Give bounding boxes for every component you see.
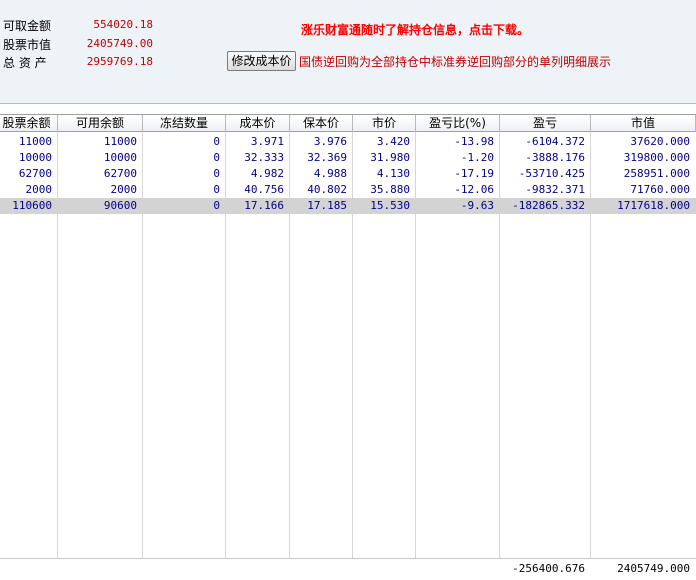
cell-breakeven-price: 3.976 bbox=[313, 135, 347, 148]
cell-stock-balance: 62700 bbox=[18, 167, 52, 180]
cell-market-price: 31.980 bbox=[370, 151, 410, 164]
cell-frozen-qty: 0 bbox=[213, 167, 220, 180]
cell-available-balance: 11000 bbox=[103, 135, 137, 148]
cell-cost-price: 32.333 bbox=[244, 151, 284, 164]
cell-market-value: 319800.000 bbox=[623, 151, 690, 164]
table-footer-totals: -256400.676 2405749.000 bbox=[0, 558, 696, 580]
cell-available-balance: 90600 bbox=[103, 199, 137, 212]
cell-cost-price: 17.166 bbox=[244, 199, 284, 212]
table-row[interactable]: 110600 90600 0 17.166 17.185 15.530 -9.63 -1828… bbox=[0, 198, 696, 214]
cell-cost-price: 3.971 bbox=[250, 135, 284, 148]
available-funds-label: 可取金额 bbox=[3, 19, 52, 33]
cell-pnl-ratio: -9.63 bbox=[460, 199, 494, 212]
cell-cost-price: 40.756 bbox=[244, 183, 284, 196]
column-header-market-value[interactable]: 市值 bbox=[591, 115, 696, 132]
table-row[interactable]: 11000 11000 0 3.971 3.976 3.420 -13.98 -6104.37… bbox=[0, 134, 696, 150]
stock-market-value: 2405749.00 bbox=[86, 37, 153, 50]
footer-pnl-total: -256400.676 bbox=[512, 562, 585, 575]
footer-market-value-total: 2405749.000 bbox=[617, 562, 690, 575]
table-header: 股票余额 可用余额 冻结数量 成本价 保本价 市价 盈亏比(%) 盈亏 市值 bbox=[0, 114, 696, 132]
holdings-table[interactable]: 股票余额 可用余额 冻结数量 成本价 保本价 市价 盈亏比(%) 盈亏 市值 11000 1100… bbox=[0, 114, 696, 580]
cell-pnl: -9832.371 bbox=[525, 183, 585, 196]
cell-pnl-ratio: -17.19 bbox=[454, 167, 494, 180]
column-header-available-balance[interactable]: 可用余额 bbox=[58, 115, 143, 132]
stock-market-value-label: 股票市值 bbox=[3, 38, 52, 52]
cell-pnl: -6104.372 bbox=[525, 135, 585, 148]
cell-pnl-ratio: -13.98 bbox=[454, 135, 494, 148]
column-header-stock-balance[interactable]: 股票余额 bbox=[0, 115, 58, 132]
cell-pnl-ratio: -1.20 bbox=[460, 151, 494, 164]
cell-market-price: 3.420 bbox=[376, 135, 410, 148]
cell-breakeven-price: 4.988 bbox=[313, 167, 347, 180]
cell-stock-balance: 110600 bbox=[12, 199, 52, 212]
cell-market-price: 4.130 bbox=[376, 167, 410, 180]
cell-pnl: -182865.332 bbox=[512, 199, 585, 212]
column-header-breakeven-price[interactable]: 保本价 bbox=[290, 115, 353, 132]
modify-cost-price-button[interactable]: 修改成本价 bbox=[227, 51, 296, 71]
cell-available-balance: 10000 bbox=[103, 151, 137, 164]
cell-stock-balance: 11000 bbox=[18, 135, 52, 148]
available-funds-value: 554020.18 bbox=[93, 18, 153, 31]
cell-breakeven-price: 17.185 bbox=[307, 199, 347, 212]
column-header-frozen-qty[interactable]: 冻结数量 bbox=[143, 115, 226, 132]
cell-market-price: 15.530 bbox=[370, 199, 410, 212]
cell-breakeven-price: 40.802 bbox=[307, 183, 347, 196]
column-header-pnl[interactable]: 盈亏 bbox=[500, 115, 591, 132]
cell-available-balance: 2000 bbox=[110, 183, 138, 196]
total-assets-value: 2959769.18 bbox=[86, 55, 153, 68]
cell-stock-balance: 2000 bbox=[25, 183, 53, 196]
cell-pnl: -3888.176 bbox=[525, 151, 585, 164]
column-header-pnl-ratio[interactable]: 盈亏比(%) bbox=[416, 115, 500, 132]
cell-market-value: 71760.000 bbox=[630, 183, 690, 196]
total-assets-label: 总 资 产 bbox=[3, 56, 47, 70]
cell-frozen-qty: 0 bbox=[213, 199, 220, 212]
cell-breakeven-price: 32.369 bbox=[307, 151, 347, 164]
account-summary-panel: 可取金额 554020.18 股票市值 2405749.00 总 资 产 295… bbox=[0, 0, 696, 104]
cell-frozen-qty: 0 bbox=[213, 135, 220, 148]
cell-frozen-qty: 0 bbox=[213, 151, 220, 164]
cell-market-price: 35.880 bbox=[370, 183, 410, 196]
table-row[interactable]: 10000 10000 0 32.333 32.369 31.980 -1.20 -3888.… bbox=[0, 150, 696, 166]
cell-market-value: 1717618.000 bbox=[617, 199, 690, 212]
cell-frozen-qty: 0 bbox=[213, 183, 220, 196]
table-row[interactable]: 62700 62700 0 4.982 4.988 4.130 -17.19 -53710.4… bbox=[0, 166, 696, 182]
table-row[interactable]: 2000 2000 0 40.756 40.802 35.880 -12.06 -9832.3… bbox=[0, 182, 696, 198]
cell-pnl-ratio: -12.06 bbox=[454, 183, 494, 196]
column-header-cost-price[interactable]: 成本价 bbox=[226, 115, 290, 132]
cell-market-value: 37620.000 bbox=[630, 135, 690, 148]
treasury-repo-info-link[interactable]: 国债逆回购为全部持仓中标准券逆回购部分的单列明细展示 bbox=[299, 53, 611, 70]
cell-pnl: -53710.425 bbox=[518, 167, 585, 180]
cell-cost-price: 4.982 bbox=[250, 167, 284, 180]
column-header-market-price[interactable]: 市价 bbox=[353, 115, 416, 132]
cell-market-value: 258951.000 bbox=[623, 167, 690, 180]
cell-available-balance: 62700 bbox=[103, 167, 137, 180]
cell-stock-balance: 10000 bbox=[18, 151, 52, 164]
app-download-promo-link[interactable]: 涨乐财富通随时了解持仓信息，点击下载。 bbox=[301, 21, 529, 38]
